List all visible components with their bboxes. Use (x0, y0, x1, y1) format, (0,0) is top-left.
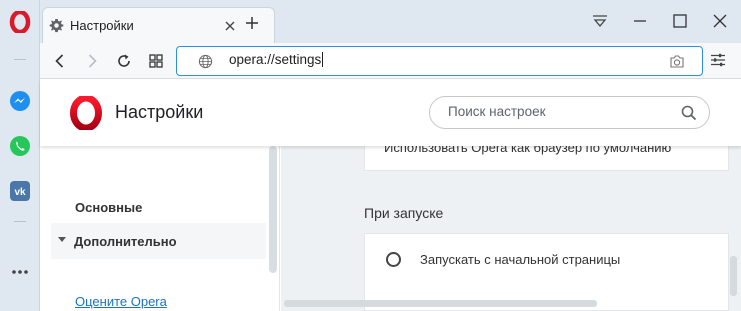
tab-menu-icon[interactable] (591, 12, 609, 30)
maximize-icon[interactable] (671, 12, 689, 30)
window-close-icon[interactable] (711, 12, 729, 30)
sidebar-divider (14, 59, 26, 60)
svg-text:vk: vk (14, 187, 26, 198)
gear-icon (49, 18, 64, 33)
settings-search-input[interactable]: Поиск настроек (448, 104, 668, 119)
nav-item-advanced-label: Дополнительно (74, 234, 177, 249)
vk-icon[interactable]: vk (9, 180, 31, 202)
more-icon[interactable] (10, 263, 30, 274)
new-tab-icon[interactable] (245, 16, 259, 30)
settings-search-box[interactable]: Поиск настроек (429, 96, 710, 129)
address-bar[interactable]: opera://settings (176, 46, 703, 76)
speed-dial-icon[interactable] (147, 52, 165, 70)
camera-icon[interactable] (669, 54, 685, 69)
search-icon[interactable] (681, 105, 697, 121)
whatsapp-icon[interactable] (9, 135, 31, 157)
rate-opera-link[interactable]: Оцените Opera (75, 294, 167, 309)
url-input[interactable]: opera://settings (229, 52, 649, 67)
toolbar: opera://settings (40, 43, 741, 79)
settings-nav: Основные Дополнительно Оцените Opera (40, 146, 280, 311)
messenger-icon[interactable] (9, 90, 31, 112)
forward-icon[interactable] (83, 52, 101, 70)
minimize-icon[interactable] (631, 12, 649, 30)
content-vertical-scrollbar[interactable] (730, 256, 737, 296)
back-icon[interactable] (51, 52, 69, 70)
page-title: Настройки (115, 102, 204, 122)
content-horizontal-scrollbar[interactable] (284, 300, 597, 307)
caret-down-icon (58, 237, 66, 242)
tab-strip: Настройки (40, 0, 741, 43)
text-caret (322, 52, 324, 67)
tab-title: Настройки (70, 18, 134, 33)
easy-setup-icon[interactable] (710, 52, 726, 68)
reload-icon[interactable] (115, 52, 133, 70)
startup-option-label[interactable]: Запускать с начальной страницы (420, 252, 620, 267)
nav-item-advanced[interactable]: Дополнительно (51, 223, 266, 259)
settings-content: Использовать Opera как браузер по умолча… (281, 129, 741, 311)
nav-item-basic[interactable]: Основные (75, 200, 142, 215)
startup-radio[interactable] (386, 252, 401, 267)
nav-scrollbar[interactable] (269, 146, 277, 273)
tab-settings[interactable]: Настройки (42, 7, 275, 43)
globe-icon (198, 54, 213, 69)
startup-heading: При запуске (364, 205, 444, 221)
close-icon[interactable] (224, 19, 236, 31)
sidebar-divider (14, 221, 26, 222)
opera-menu-icon[interactable] (9, 9, 31, 35)
opera-sidebar: vk (0, 0, 40, 311)
opera-logo-icon (69, 94, 103, 132)
settings-header: Настройки Поиск настроек (40, 80, 741, 146)
